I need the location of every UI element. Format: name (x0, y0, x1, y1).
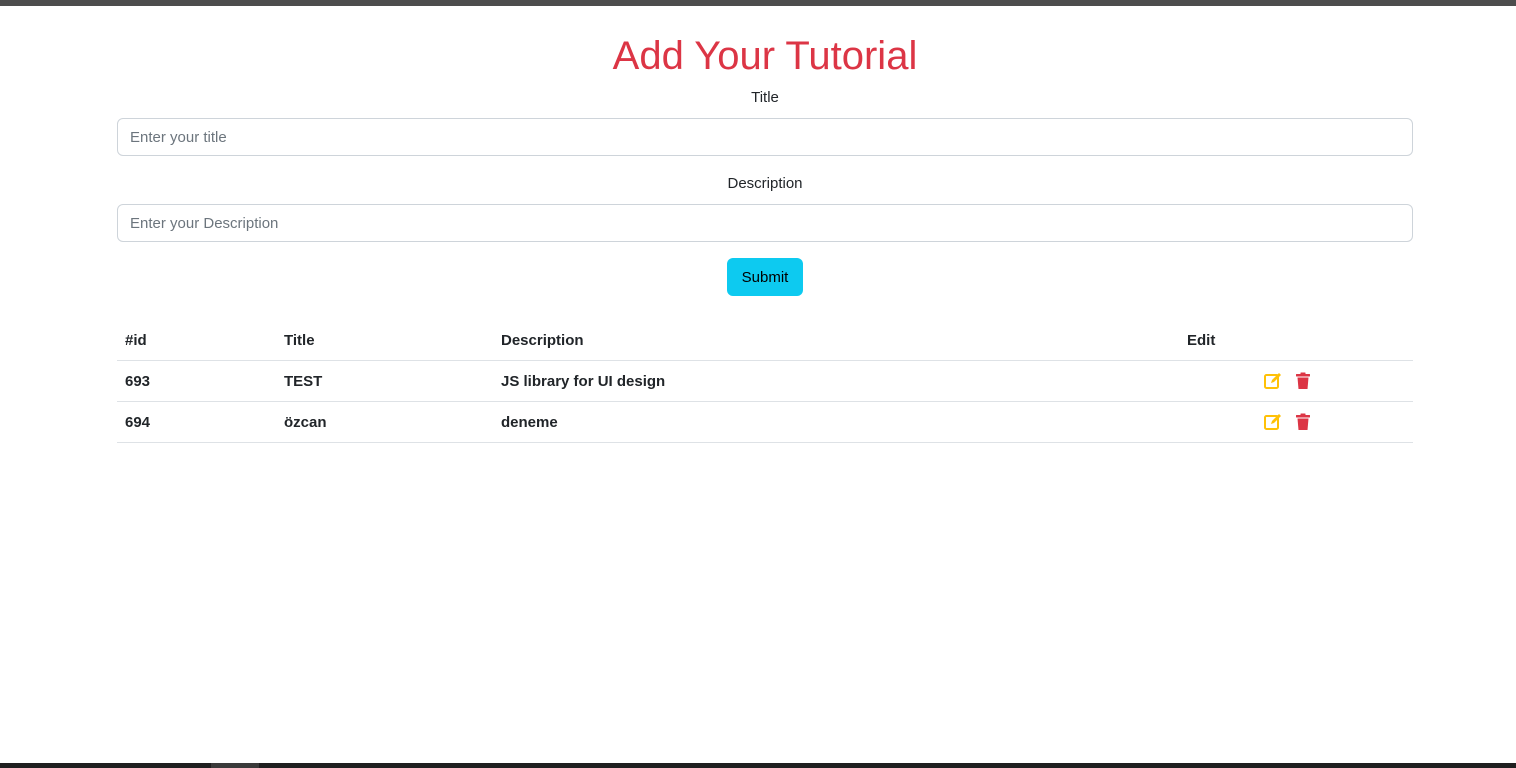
submit-button[interactable]: Submit (727, 258, 803, 296)
edit-icon[interactable] (1263, 371, 1283, 391)
cell-description: JS library for UI design (493, 360, 1179, 402)
description-label: Description (727, 175, 803, 192)
cell-title: TEST (276, 360, 493, 402)
header-edit: Edit (1179, 320, 1413, 361)
cell-description: deneme (493, 401, 1179, 443)
edit-icon[interactable] (1263, 412, 1283, 432)
description-input[interactable] (117, 204, 1413, 242)
cell-id: 694 (117, 401, 276, 443)
cell-id: 693 (117, 360, 276, 402)
header-title: Title (276, 320, 493, 361)
trash-icon[interactable] (1293, 371, 1313, 391)
window-top-bar (0, 0, 1516, 6)
trash-icon[interactable] (1293, 412, 1313, 432)
header-id: #id (117, 320, 276, 361)
scrollbar-thumb[interactable] (211, 763, 259, 768)
table-row: 694 özcan deneme (117, 401, 1413, 443)
bottom-scrollbar[interactable] (0, 763, 1516, 768)
tutorials-table: #id Title Description Edit 693 TEST JS l… (117, 320, 1413, 443)
row-actions (1263, 371, 1313, 391)
cell-actions (1179, 360, 1413, 402)
cell-title: özcan (276, 401, 493, 443)
page-title: Add Your Tutorial (612, 34, 918, 78)
cell-actions (1179, 401, 1413, 443)
table-header-row: #id Title Description Edit (117, 320, 1413, 361)
row-actions (1263, 412, 1313, 432)
title-label: Title (751, 89, 779, 106)
title-input[interactable] (117, 118, 1413, 156)
header-description: Description (493, 320, 1179, 361)
table-row: 693 TEST JS library for UI design (117, 360, 1413, 402)
